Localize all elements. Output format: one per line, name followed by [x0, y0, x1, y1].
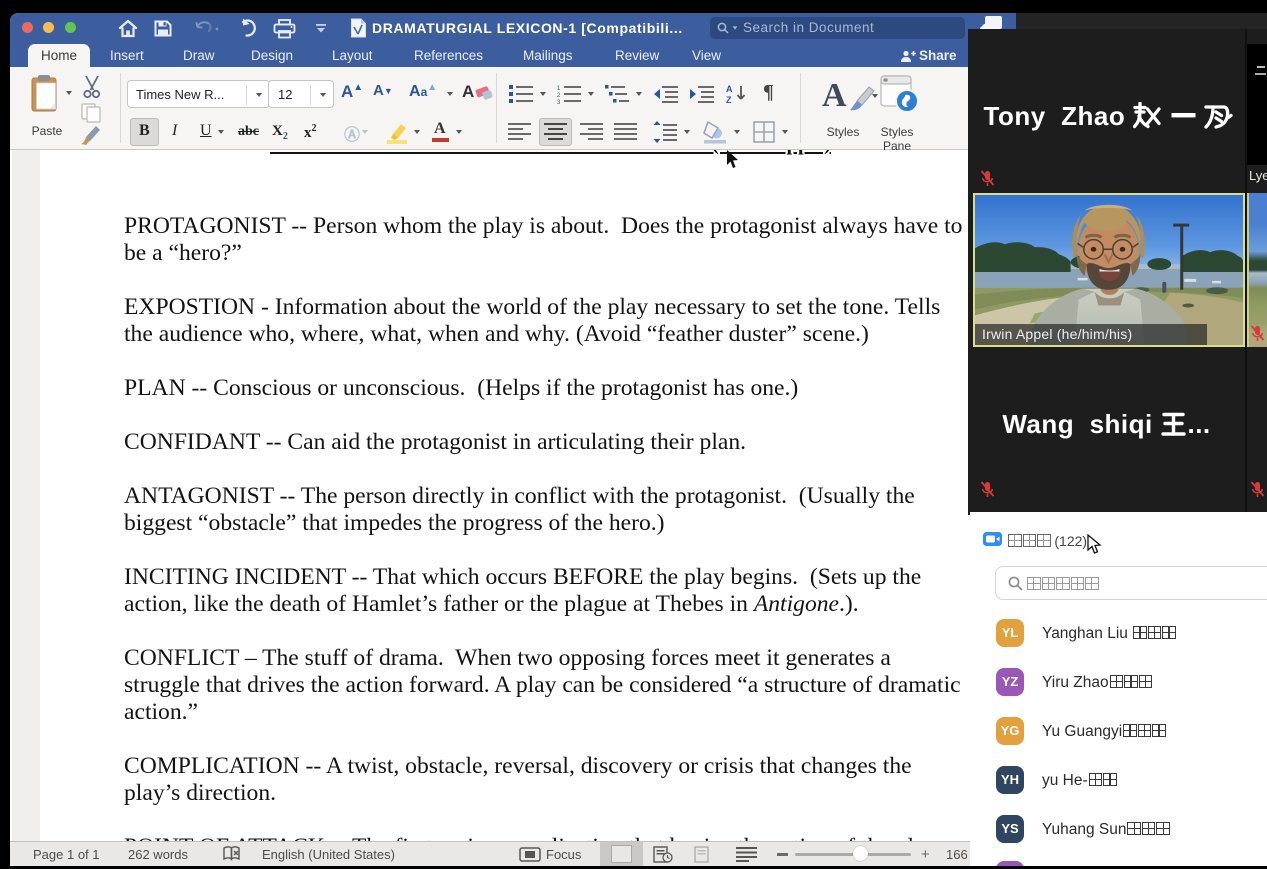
svg-text:Z: Z [726, 95, 732, 105]
svg-text:2: 2 [557, 93, 561, 99]
svg-text:1: 1 [557, 86, 561, 92]
svg-text:3: 3 [557, 100, 561, 104]
svg-text:A: A [726, 84, 733, 94]
